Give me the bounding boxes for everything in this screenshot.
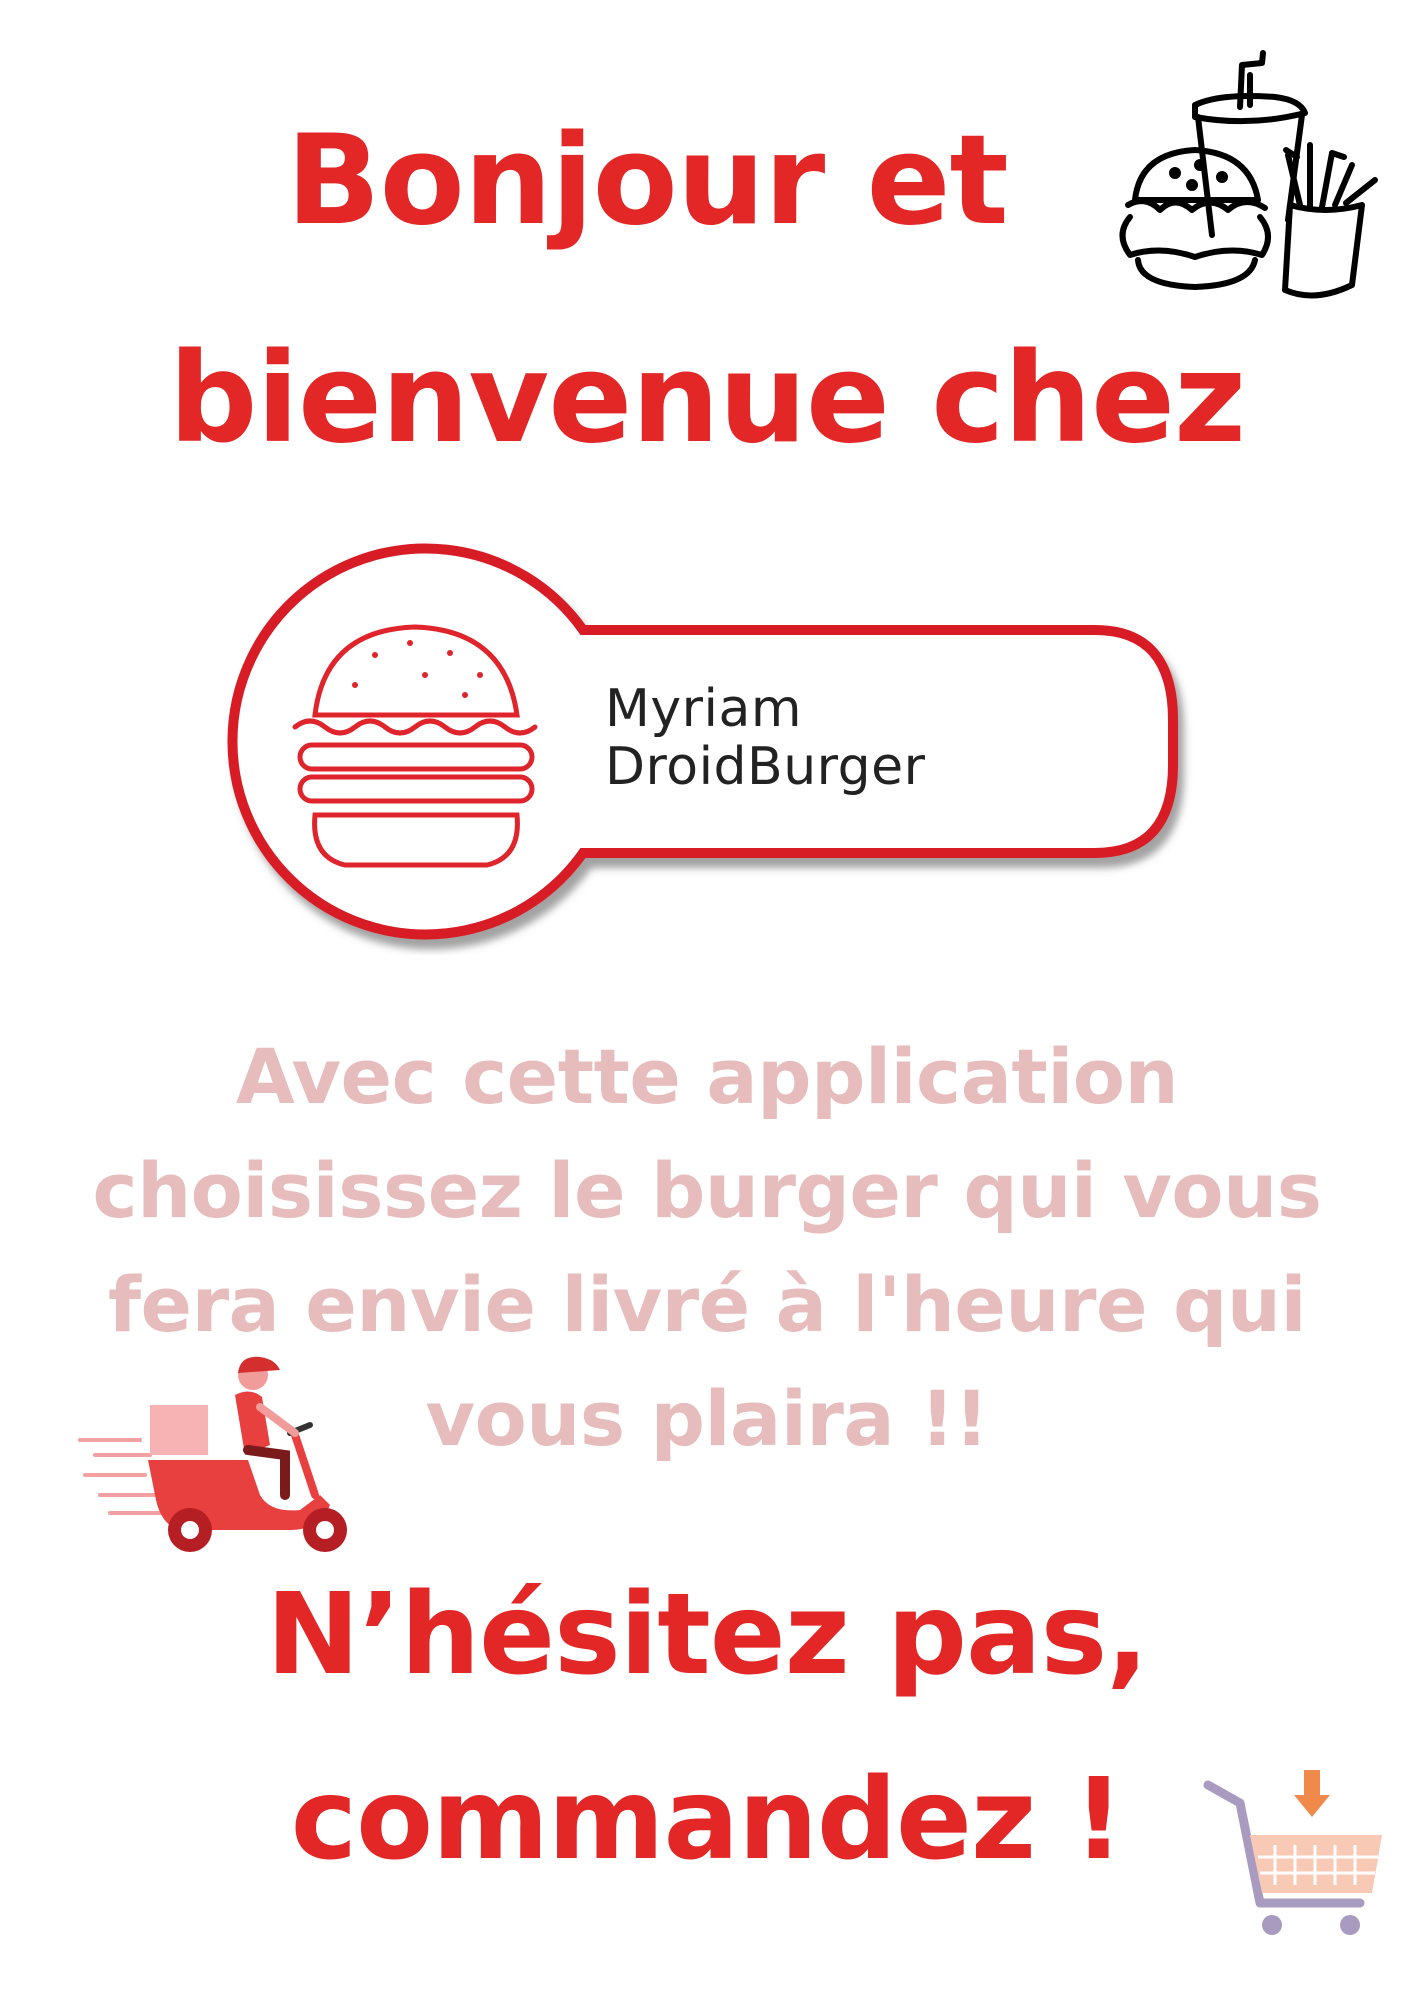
cta-line1: N’hésitez pas, — [266, 1570, 1149, 1700]
shopping-cart-icon — [1203, 1770, 1382, 1935]
delivery-scooter-icon — [78, 1356, 347, 1552]
brand-name-line1: Myriam — [605, 679, 802, 739]
brand-name: Myriam DroidBurger — [605, 680, 926, 796]
fast-food-icon — [1119, 50, 1378, 299]
welcome-heading-line2: bienvenue chez — [168, 327, 1246, 471]
brand-name-line2: DroidBurger — [605, 737, 926, 797]
